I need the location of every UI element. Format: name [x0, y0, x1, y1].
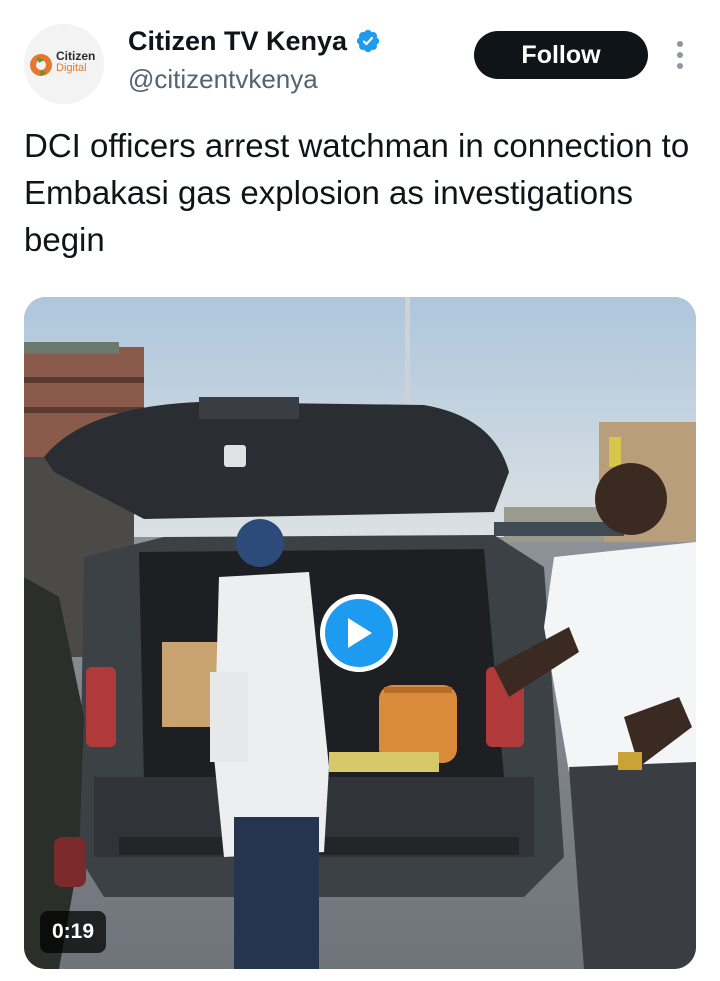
video-player[interactable]: 0:19 — [24, 297, 696, 969]
tweet-card: Citizen Digital Citizen TV Kenya @citize… — [0, 0, 720, 981]
play-button[interactable] — [320, 594, 398, 672]
tweet-text: DCI officers arrest watchman in connecti… — [24, 127, 690, 258]
author-handle[interactable]: @citizentvkenya — [128, 63, 318, 95]
video-duration-badge: 0:19 — [40, 911, 107, 953]
more-vertical-icon — [677, 41, 683, 69]
author-avatar[interactable]: Citizen Digital — [24, 24, 104, 104]
avatar-logo-line1: Citizen — [56, 49, 96, 63]
more-options-button[interactable] — [664, 38, 696, 74]
avatar-logo-line2: Digital — [56, 62, 87, 74]
play-icon — [348, 618, 372, 648]
verified-badge-icon[interactable] — [355, 28, 381, 54]
author-name-text[interactable]: Citizen TV Kenya — [128, 24, 347, 58]
follow-button[interactable]: Follow — [474, 31, 648, 79]
author-display-name[interactable]: Citizen TV Kenya — [128, 24, 381, 58]
